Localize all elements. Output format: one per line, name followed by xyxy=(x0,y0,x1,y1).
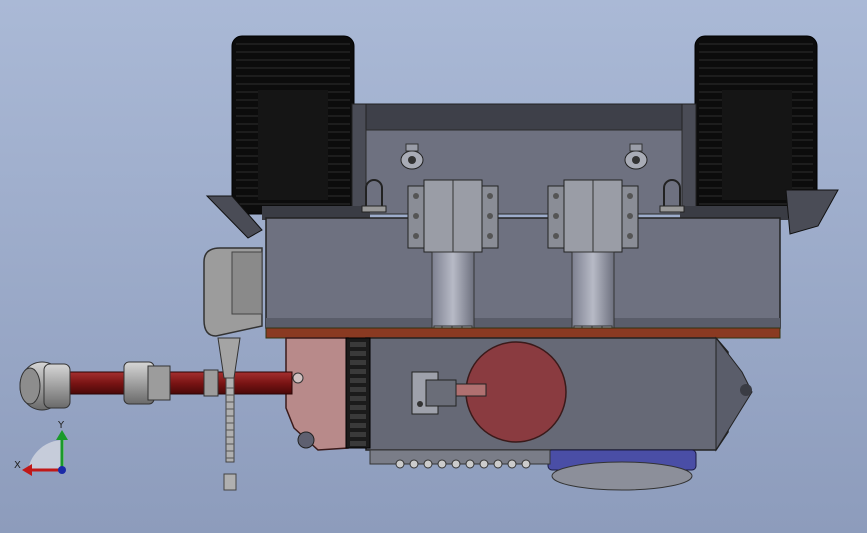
bolt xyxy=(423,459,433,469)
bolt xyxy=(437,459,447,469)
bottom-hardware xyxy=(369,449,551,469)
rod-end-knob[interactable] xyxy=(19,361,71,411)
gear-tooth xyxy=(350,378,366,383)
gear-tooth xyxy=(350,369,366,374)
trim-strip xyxy=(265,327,781,339)
gear-tooth xyxy=(350,396,366,401)
robot-assembly-drawing[interactable]: Y X xyxy=(0,0,867,533)
bolt xyxy=(507,459,517,469)
bolt xyxy=(493,459,503,469)
gear-tooth xyxy=(350,405,366,410)
bolt xyxy=(465,459,475,469)
cad-viewport[interactable]: Y X xyxy=(0,0,867,533)
sensor-housing[interactable] xyxy=(203,247,263,337)
bolt xyxy=(451,459,461,469)
gear-tooth xyxy=(350,414,366,419)
axis-z-marker xyxy=(58,466,66,474)
bearing-clamp-left[interactable] xyxy=(407,179,499,253)
blue-gear xyxy=(547,449,697,491)
bolt xyxy=(521,459,531,469)
axis-y-label: Y xyxy=(57,420,65,431)
right-track[interactable] xyxy=(694,35,818,215)
axis-x-label: X xyxy=(14,460,21,471)
body-box[interactable] xyxy=(265,217,781,329)
left-track[interactable] xyxy=(231,35,355,215)
bolt xyxy=(395,459,405,469)
gear-tooth xyxy=(350,423,366,428)
gear-tooth xyxy=(350,351,366,356)
gear-tooth xyxy=(350,432,366,437)
drive-rod[interactable] xyxy=(65,371,293,395)
gear-tooth xyxy=(350,441,366,446)
bearing-clamp-right[interactable] xyxy=(547,179,639,253)
bolt xyxy=(479,459,489,469)
gear-tooth xyxy=(350,342,366,347)
gear-tooth xyxy=(350,360,366,365)
gear-stack xyxy=(345,337,371,449)
bolt xyxy=(409,459,419,469)
gear-tooth xyxy=(350,387,366,392)
